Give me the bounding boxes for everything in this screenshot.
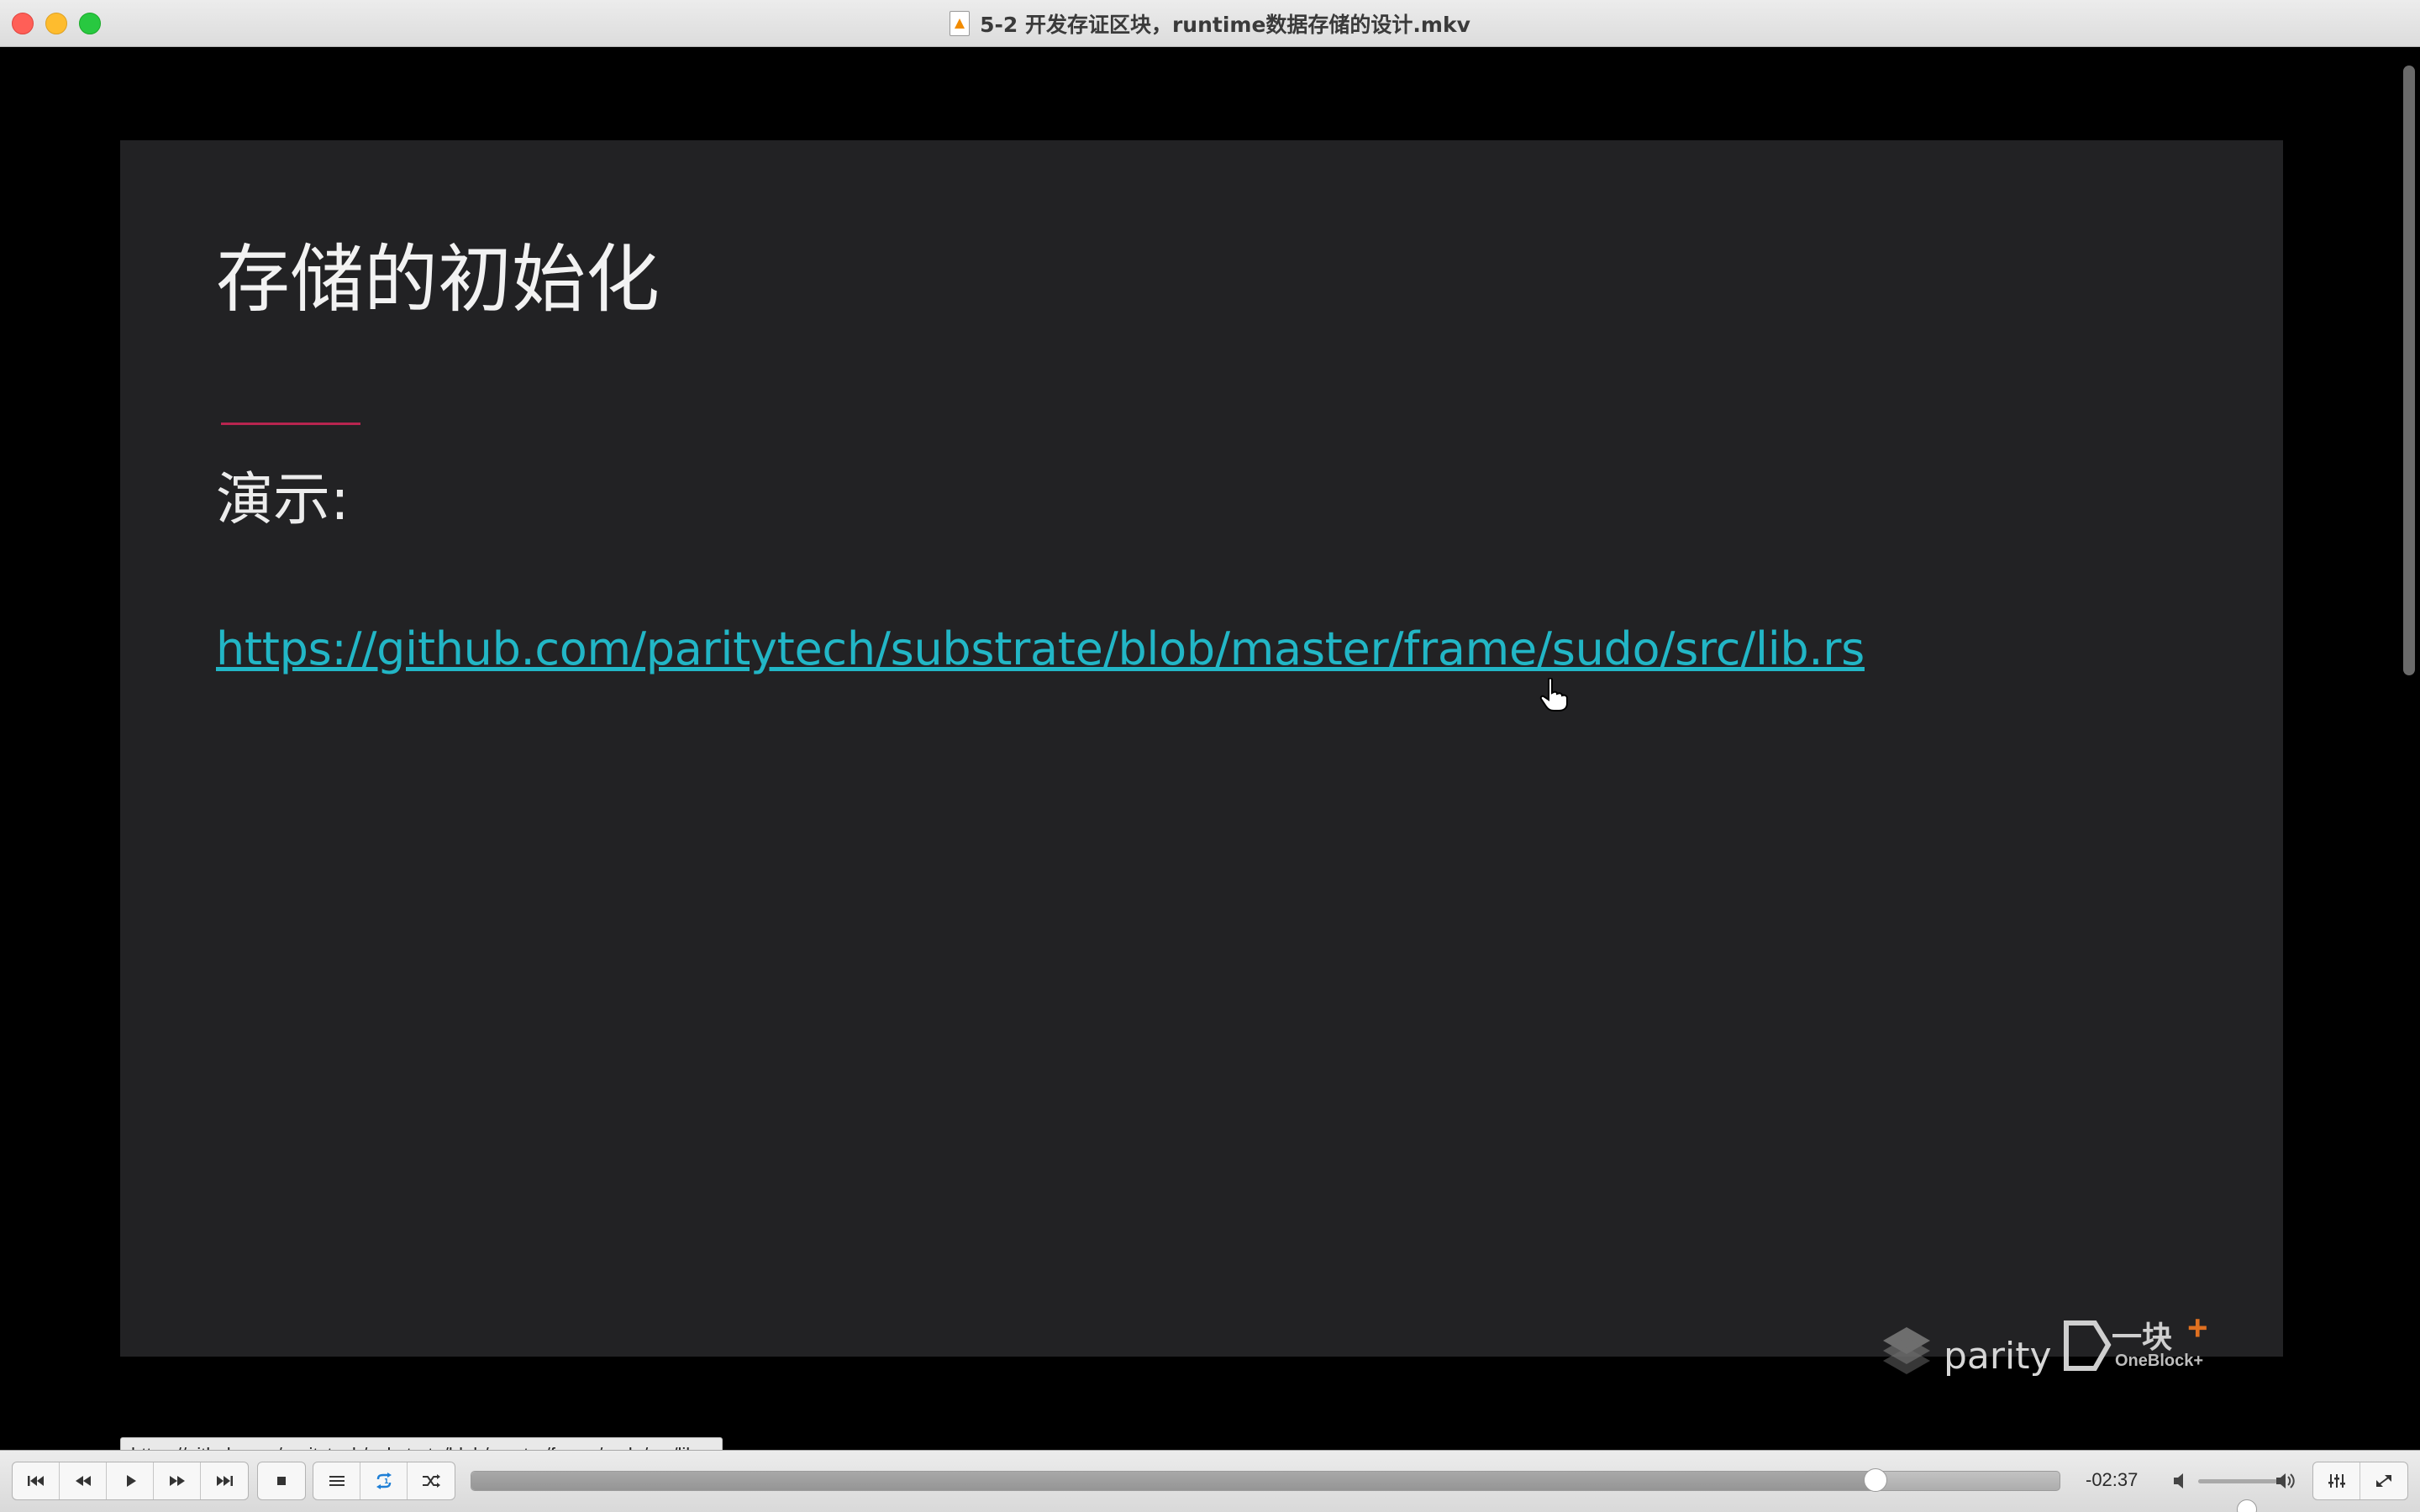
- oneblock-chinese-text: 一块: [2112, 1320, 2173, 1355]
- equalizer-icon: [2328, 1474, 2345, 1488]
- presentation-slide: 存储的初始化 演示: https://github.com/paritytech…: [120, 140, 2283, 1378]
- fast-forward-button[interactable]: [154, 1462, 201, 1499]
- window-title-group: 5-2 开发存证区块，runtime数据存储的设计.mkv: [0, 0, 2420, 47]
- seek-bar-knob[interactable]: [1863, 1468, 1887, 1492]
- shuffle-button[interactable]: [408, 1462, 455, 1499]
- fast-forward-icon: [169, 1476, 185, 1486]
- parity-logo-text: parity: [1944, 1335, 2052, 1378]
- media-player-window: 5-2 开发存证区块，runtime数据存储的设计.mkv 存储的初始化 演示:…: [0, 0, 2420, 1512]
- previous-button[interactable]: [13, 1462, 60, 1499]
- time-remaining[interactable]: -02:37: [2086, 1469, 2138, 1491]
- playlist-icon: [329, 1476, 345, 1486]
- volume-low-icon[interactable]: [2171, 1469, 2191, 1493]
- skip-back-icon: [27, 1476, 44, 1486]
- playback-controls: 1 -02:37: [0, 1450, 2420, 1512]
- stop-button[interactable]: [258, 1462, 305, 1499]
- extra-controls-group: [2312, 1462, 2408, 1500]
- volume-slider[interactable]: [2198, 1479, 2277, 1512]
- stop-icon: [277, 1477, 286, 1485]
- hand-cursor-icon: [1539, 678, 1568, 711]
- title-bar: 5-2 开发存证区块，runtime数据存储的设计.mkv: [0, 0, 2420, 47]
- oneblock-english-text: OneBlock+: [2115, 1352, 2204, 1370]
- play-icon: [126, 1475, 136, 1487]
- loop-icon: 1: [376, 1473, 392, 1489]
- playlist-group: 1: [313, 1462, 455, 1500]
- skip-forward-icon: [217, 1476, 233, 1486]
- transport-group: [12, 1462, 249, 1500]
- play-button[interactable]: [107, 1462, 154, 1499]
- seek-bar[interactable]: [471, 1468, 2060, 1492]
- svg-text:1: 1: [384, 1478, 389, 1485]
- volume-high-icon[interactable]: [2274, 1469, 2299, 1493]
- demo-label: 演示:: [216, 467, 350, 533]
- fullscreen-icon: [2376, 1475, 2391, 1487]
- rewind-icon: [75, 1476, 91, 1486]
- playlist-button[interactable]: [313, 1462, 360, 1499]
- stop-group: [257, 1462, 306, 1500]
- volume-slider-knob[interactable]: [2237, 1499, 2258, 1512]
- seek-bar-fill: [471, 1472, 1876, 1490]
- video-area[interactable]: 存储的初始化 演示: https://github.com/paritytech…: [0, 47, 2420, 1471]
- oneblock-plus: +: [2187, 1308, 2208, 1347]
- vertical-scrollbar[interactable]: [2403, 66, 2415, 675]
- equalizer-button[interactable]: [2313, 1462, 2360, 1499]
- parity-mark-icon: [1883, 1326, 1930, 1374]
- window-title: 5-2 开发存证区块，runtime数据存储的设计.mkv: [980, 13, 1470, 37]
- loop-button[interactable]: 1: [360, 1462, 408, 1499]
- rewind-button[interactable]: [60, 1462, 107, 1499]
- video-file-icon: [950, 11, 971, 36]
- oneblock-logo: 一块 + OneBlock+: [2061, 1308, 2229, 1380]
- github-link[interactable]: https://github.com/paritytech/substrate/…: [216, 622, 1865, 675]
- slide-title: 存储的初始化: [216, 236, 660, 323]
- shuffle-icon: [423, 1474, 440, 1488]
- title-underline: [221, 423, 360, 425]
- fullscreen-button[interactable]: [2360, 1462, 2407, 1499]
- next-button[interactable]: [201, 1462, 248, 1499]
- parity-logo: parity: [1876, 1316, 2052, 1378]
- oneblock-mark-icon: [2064, 1320, 2112, 1371]
